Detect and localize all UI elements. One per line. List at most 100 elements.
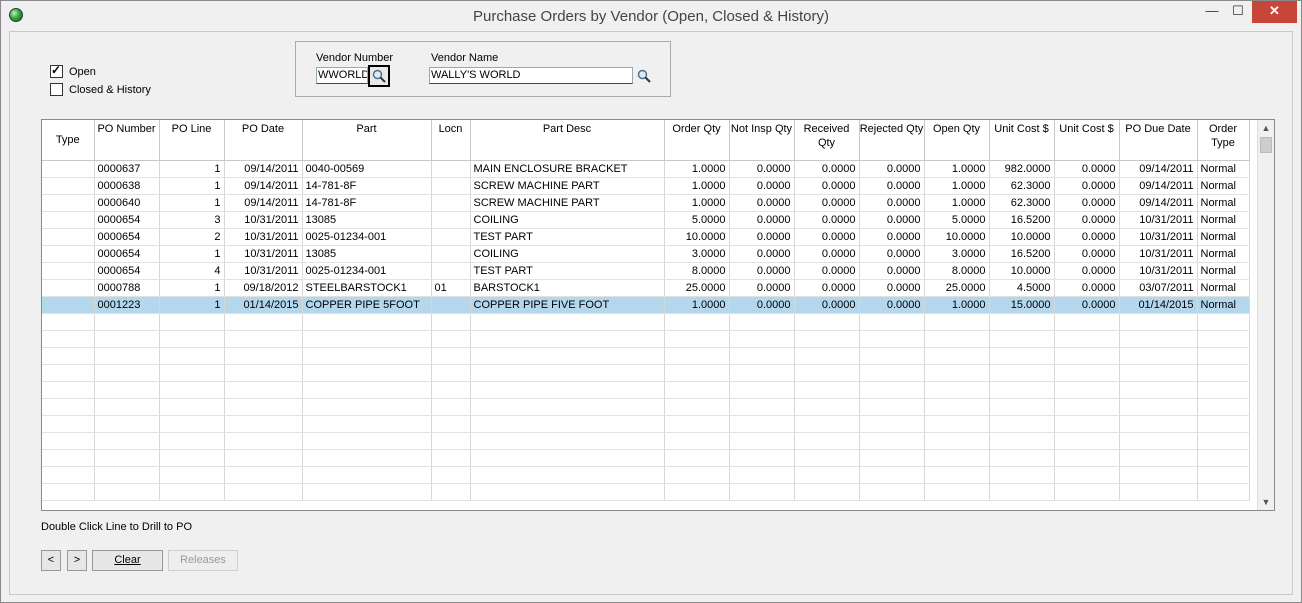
table-cell: SCREW MACHINE PART <box>470 177 665 195</box>
table-cell: BARSTOCK1 <box>470 279 665 297</box>
table-cell: 09/14/2011 <box>224 177 303 195</box>
table-cell <box>42 347 95 365</box>
table-cell <box>431 347 471 365</box>
column-header[interactable]: Received Qty <box>794 120 860 161</box>
column-header[interactable]: Unit Cost $ <box>1054 120 1120 161</box>
table-row[interactable]: 0001223 1 01/14/2015 COPPER PIPE 5FOOT COPPE… <box>42 296 1250 314</box>
table-cell <box>94 432 160 450</box>
column-header[interactable]: Order Qty <box>664 120 730 161</box>
search-icon <box>372 69 386 83</box>
column-header[interactable]: PO Due Date <box>1119 120 1198 161</box>
releases-button[interactable]: Releases <box>168 550 238 571</box>
column-header[interactable]: Type <box>42 120 95 161</box>
scroll-up-arrow-icon[interactable]: ▲ <box>1258 120 1274 136</box>
table-row[interactable]: 0000654 2 10/31/2011 0025-01234-001 TEST PAR… <box>42 228 1250 246</box>
column-header[interactable]: PO Date <box>224 120 303 161</box>
table-cell <box>159 449 225 467</box>
table-cell: 10.0000 <box>924 228 990 246</box>
column-header[interactable]: PO Line <box>159 120 225 161</box>
column-header[interactable]: Part Desc <box>470 120 665 161</box>
table-row[interactable]: 0000654 3 10/31/2011 13085 COILING 5.0000 0.00… <box>42 211 1250 229</box>
table-cell <box>470 415 665 433</box>
column-header[interactable]: Open Qty <box>924 120 990 161</box>
table-cell <box>1119 432 1198 450</box>
previous-button[interactable]: < <box>41 550 61 571</box>
empty-table-row <box>42 313 1250 331</box>
table-cell: 5.0000 <box>664 211 730 229</box>
vendor-name-lookup-button[interactable] <box>635 67 653 85</box>
column-header[interactable]: Locn <box>431 120 471 161</box>
table-cell: Normal <box>1197 228 1250 246</box>
table-cell <box>1054 364 1120 382</box>
table-cell <box>1054 449 1120 467</box>
table-cell <box>729 483 795 501</box>
table-cell <box>794 381 860 399</box>
closed-history-checkbox[interactable] <box>50 83 63 96</box>
table-cell <box>42 330 95 348</box>
open-checkbox-row[interactable]: ✓ Open <box>50 63 96 78</box>
table-cell <box>470 364 665 382</box>
table-cell: 10/31/2011 <box>1119 245 1198 263</box>
vendor-name-input[interactable]: WALLY'S WORLD <box>429 67 633 84</box>
table-cell: 13085 <box>302 245 432 263</box>
table-row[interactable]: 0000654 4 10/31/2011 0025-01234-001 TEST PAR… <box>42 262 1250 280</box>
table-cell: 0000654 <box>94 211 160 229</box>
table-cell <box>302 313 432 331</box>
vendor-number-input[interactable]: WWORLD <box>316 67 368 84</box>
next-button[interactable]: > <box>67 550 87 571</box>
table-cell <box>42 262 95 280</box>
table-row[interactable]: 0000637 1 09/14/2011 0040-00569 MAIN ENCLOSU… <box>42 160 1250 178</box>
close-button[interactable]: ✕ <box>1252 1 1297 23</box>
table-cell: 0001223 <box>94 296 160 314</box>
open-checkbox[interactable]: ✓ <box>50 63 63 78</box>
table-row[interactable]: 0000640 1 09/14/2011 14-781-8F SCREW MACHINE… <box>42 194 1250 212</box>
table-row[interactable]: 0000638 1 09/14/2011 14-781-8F SCREW MACHINE… <box>42 177 1250 195</box>
table-cell: 0.0000 <box>729 279 795 297</box>
table-cell: 01/14/2015 <box>1119 296 1198 314</box>
table-cell <box>664 432 730 450</box>
table-cell <box>1197 483 1250 501</box>
table-cell: 14-781-8F <box>302 194 432 212</box>
check-mark-icon: ✓ <box>51 63 62 77</box>
table-cell <box>431 296 471 314</box>
table-cell <box>224 432 303 450</box>
column-header[interactable]: Unit Cost $ <box>989 120 1055 161</box>
table-row[interactable]: 0000788 1 09/18/2012 STEELBARSTOCK1 01 BARSTO… <box>42 279 1250 297</box>
closed-history-checkbox-row[interactable]: Closed & History <box>50 83 151 96</box>
column-header[interactable]: Order Type <box>1197 120 1250 161</box>
table-cell: 0.0000 <box>1054 228 1120 246</box>
table-cell: 09/14/2011 <box>224 194 303 212</box>
grid-vertical-scrollbar[interactable]: ▲ ▼ <box>1257 120 1274 510</box>
table-cell: 0.0000 <box>1054 245 1120 263</box>
table-cell <box>42 466 95 484</box>
column-header[interactable]: Part <box>302 120 432 161</box>
table-row[interactable]: 0000654 1 10/31/2011 13085 COILING 3.0000 0.00… <box>42 245 1250 263</box>
table-cell <box>989 330 1055 348</box>
table-cell <box>431 177 471 195</box>
table-cell <box>94 398 160 416</box>
vendor-number-lookup-button[interactable] <box>368 65 390 87</box>
table-cell <box>859 483 925 501</box>
clear-button[interactable]: Clear <box>92 550 163 571</box>
table-cell: 1.0000 <box>664 177 730 195</box>
table-cell <box>470 398 665 416</box>
purchase-orders-grid[interactable]: Type PO Number PO Line PO Date Part Locn Part … <box>41 119 1275 511</box>
title-bar: Purchase Orders by Vendor (Open, Closed … <box>1 1 1301 31</box>
column-header[interactable]: PO Number <box>94 120 160 161</box>
table-cell <box>159 466 225 484</box>
minimize-button[interactable]: — <box>1199 1 1225 23</box>
table-cell <box>794 483 860 501</box>
column-header[interactable]: Not Insp Qty <box>729 120 795 161</box>
empty-table-row <box>42 466 1250 484</box>
table-cell: 8.0000 <box>924 262 990 280</box>
table-cell: 0025-01234-001 <box>302 262 432 280</box>
maximize-button[interactable]: ☐ <box>1225 1 1251 23</box>
scrollbar-thumb[interactable] <box>1260 137 1272 153</box>
table-cell <box>302 364 432 382</box>
column-header[interactable]: Rejected Qty <box>859 120 925 161</box>
table-cell: 0.0000 <box>729 211 795 229</box>
table-cell <box>159 415 225 433</box>
table-cell <box>1054 466 1120 484</box>
scroll-down-arrow-icon[interactable]: ▼ <box>1258 494 1274 510</box>
table-cell: 10/31/2011 <box>1119 211 1198 229</box>
